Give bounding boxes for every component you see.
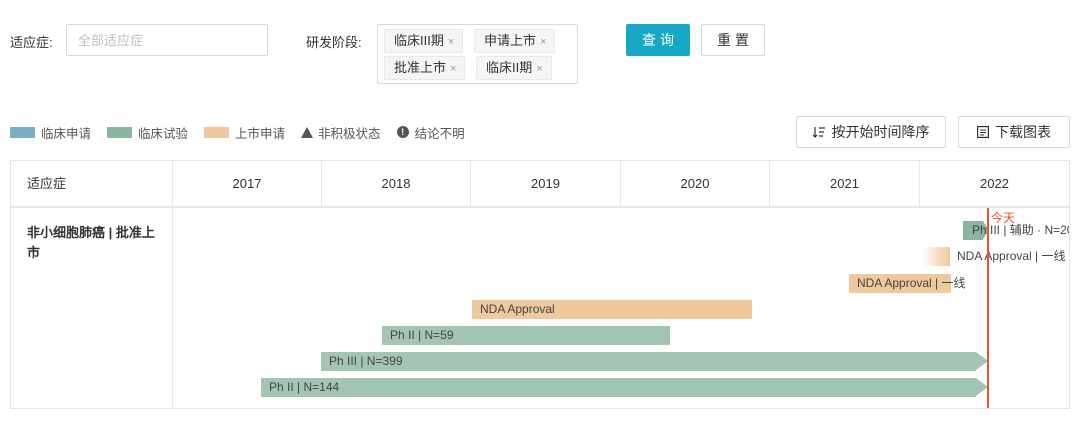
- bar-label: Ph II | N=59: [390, 328, 454, 342]
- stage-tag-label: 临床III期: [394, 33, 444, 48]
- legend-label: 结论不明: [414, 126, 465, 141]
- today-marker-line: [987, 208, 989, 408]
- header-year: 2018: [322, 161, 471, 206]
- header-year: 2017: [173, 161, 322, 206]
- header-year: 2022: [980, 176, 1009, 191]
- pipeline-gantt-chart: 适应症 2017 2018 2019 2020 2021 2022 非小细胞肺癌…: [10, 160, 1070, 409]
- sort-button[interactable]: 按开始时间降序: [796, 116, 946, 148]
- header-year: 2020: [621, 161, 770, 206]
- legend-item-clinical-trial: 临床试验: [107, 123, 188, 142]
- stage-label: 研发阶段:: [306, 35, 362, 50]
- stage-multiselect[interactable]: 临床III期 × 申请上市 × 批准上市 × 临床II期 ×: [377, 24, 578, 84]
- bar-fill: [321, 352, 976, 371]
- gantt-header: 适应症 2017 2018 2019 2020 2021 2022: [11, 161, 1069, 208]
- sort-button-label: 按开始时间降序: [831, 124, 930, 140]
- stage-tag-phase2: 临床II期 ×: [476, 56, 552, 80]
- gantt-bar-nda-2[interactable]: NDA Approval | 一线: [849, 274, 966, 293]
- column-divider: [172, 208, 173, 408]
- header-indication: 适应症: [11, 161, 173, 206]
- legend-swatch: [204, 126, 230, 138]
- today-marker-label: 今天: [991, 211, 1016, 225]
- bar-label: NDA Approval | 一线: [957, 249, 1066, 263]
- legend-label: 临床试验: [138, 126, 189, 141]
- query-button[interactable]: 查询: [626, 24, 690, 56]
- bar-label: NDA Approval | 一线: [857, 276, 966, 290]
- sort-desc-icon: [812, 126, 826, 138]
- indication-label: 适应症:: [10, 35, 53, 50]
- gantt-bar-phase3-adjuvant[interactable]: Ph III | 辅助 · N=20: [963, 221, 1069, 240]
- tag-close-icon[interactable]: ×: [540, 36, 546, 48]
- tag-close-icon[interactable]: ×: [536, 63, 542, 75]
- bar-label: Ph III | N=399: [329, 354, 403, 368]
- stage-tag-label: 临床II期: [486, 60, 533, 75]
- gantt-bar-nda-1[interactable]: NDA Approval | 一线: [922, 247, 1069, 266]
- stage-tag-nda: 申请上市 ×: [474, 29, 556, 53]
- legend: 临床申请 临床试验 上市申请 非积极状态 ! 结论不明: [10, 123, 481, 142]
- bar-fill: [922, 247, 950, 266]
- tag-close-icon[interactable]: ×: [450, 63, 456, 75]
- legend-label: 临床申请: [41, 126, 92, 141]
- chart-image-icon: [977, 126, 989, 138]
- gantt-bar-phase3-n399[interactable]: Ph III | N=399: [321, 352, 988, 371]
- stage-tag-label: 申请上市: [484, 33, 537, 48]
- legend-label: 非积极状态: [318, 126, 381, 141]
- legend-item-inactive: 非积极状态: [301, 123, 381, 142]
- bar-label: NDA Approval: [480, 302, 555, 316]
- download-chart-button[interactable]: 下载图表: [958, 116, 1070, 148]
- exclamation-icon: !: [396, 126, 409, 138]
- legend-item-nda: 上市申请: [204, 123, 285, 142]
- gantt-bar-phase2-n59[interactable]: Ph II | N=59: [382, 326, 670, 345]
- indication-search-input[interactable]: [66, 24, 268, 56]
- legend-swatch: [10, 126, 35, 138]
- bar-fill: [261, 378, 976, 397]
- gantt-bar-phase2-n144[interactable]: Ph II | N=144: [261, 378, 988, 397]
- legend-swatch: [107, 126, 133, 138]
- header-year: 2021: [770, 161, 920, 206]
- legend-item-unclear: ! 结论不明: [396, 123, 465, 142]
- gantt-bar-nda-3[interactable]: NDA Approval: [472, 300, 752, 319]
- tag-close-icon[interactable]: ×: [448, 36, 454, 48]
- header-year: 2019: [471, 161, 621, 206]
- download-button-label: 下载图表: [995, 124, 1051, 140]
- stage-tag-label: 批准上市: [394, 60, 447, 75]
- triangle-icon: [301, 126, 314, 138]
- stage-tag-approved: 批准上市 ×: [384, 56, 466, 80]
- indication-row-name[interactable]: 非小细胞肺癌 | 批准上市: [27, 223, 157, 263]
- stage-tag-phase3: 临床III期 ×: [384, 29, 464, 53]
- legend-label: 上市申请: [235, 126, 286, 141]
- bar-label: Ph II | N=144: [269, 380, 340, 394]
- reset-button[interactable]: 重置: [701, 24, 765, 56]
- legend-item-clinical-application: 临床申请: [10, 123, 91, 142]
